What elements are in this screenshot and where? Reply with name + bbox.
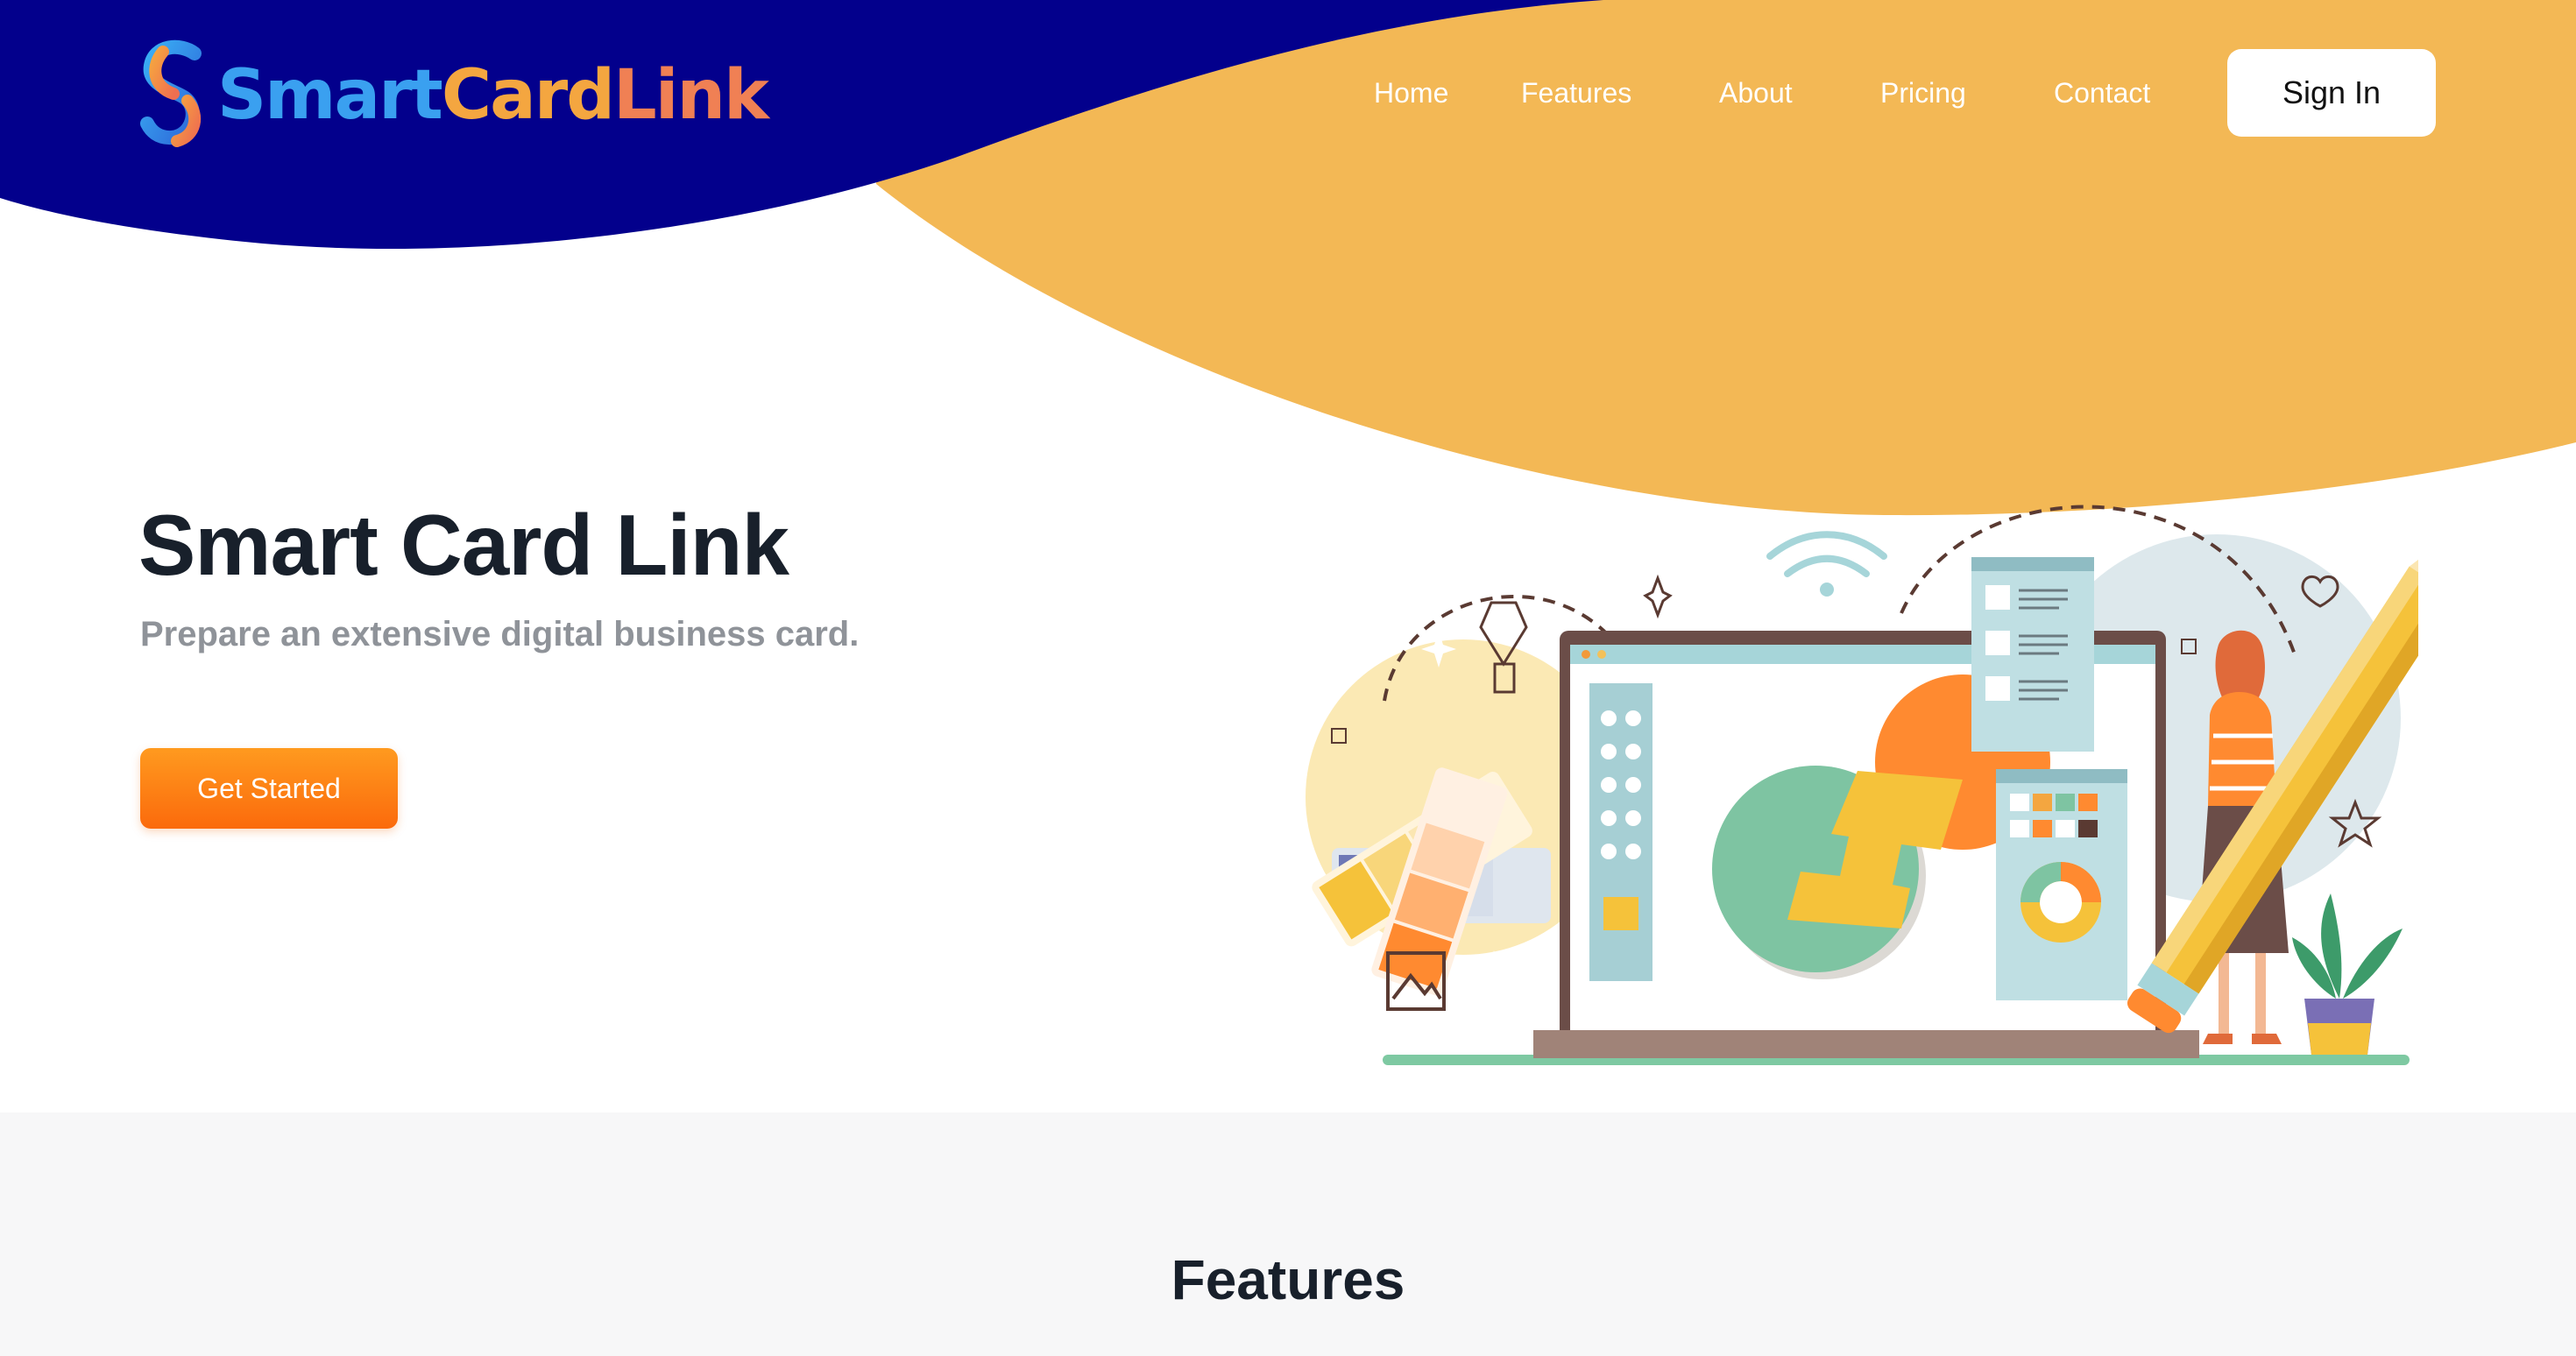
top-navbar: SmartCardLink Home Features About Pricin… bbox=[0, 0, 2576, 193]
nav-about-link[interactable]: About bbox=[1719, 77, 1793, 109]
nav-pricing-link[interactable]: Pricing bbox=[1880, 77, 1966, 109]
sign-in-button[interactable]: Sign In bbox=[2227, 49, 2436, 137]
designer-with-laptop-illustration bbox=[1306, 505, 2418, 1065]
features-section: Features bbox=[0, 1112, 2576, 1356]
nav-contact-link[interactable]: Contact bbox=[2054, 77, 2150, 109]
brand-logo[interactable]: SmartCardLink bbox=[138, 39, 769, 152]
brand-name-smart: Smart bbox=[217, 56, 443, 135]
nav-features-link[interactable]: Features bbox=[1521, 77, 1631, 109]
features-heading: Features bbox=[1171, 1248, 1405, 1311]
hero-title: Smart Card Link bbox=[138, 497, 789, 593]
get-started-button[interactable]: Get Started bbox=[140, 748, 398, 829]
nav-home-link[interactable]: Home bbox=[1374, 77, 1448, 109]
s-link-logo-icon bbox=[140, 39, 202, 147]
brand-name-link: Link bbox=[613, 56, 769, 135]
hero-subtitle: Prepare an extensive digital business ca… bbox=[140, 615, 860, 653]
brand-name: SmartCardLink bbox=[217, 61, 769, 130]
brand-name-card: Card bbox=[441, 56, 615, 135]
